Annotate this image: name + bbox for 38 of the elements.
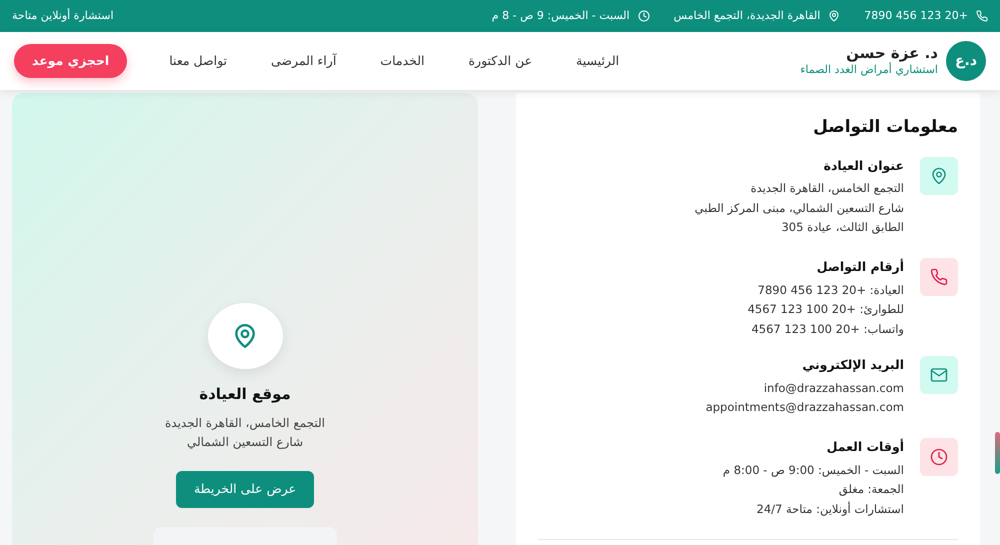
item-heading: أرقام التواصل xyxy=(816,258,904,276)
address-text: التجمع الخامس، القاهرة الجديدة xyxy=(164,414,326,432)
online-consultation-text: استشارة أونلاين متاحة xyxy=(12,8,114,24)
address-text: شارع التسعين الشمالي xyxy=(186,434,304,452)
nav-link[interactable]: عن الدكتورة xyxy=(468,52,532,70)
item-text: واتساب: +20 100 123 4567 xyxy=(750,320,904,338)
doctor-name: د. عزة حسن xyxy=(845,44,938,62)
item-text: التجمع الخامس، القاهرة الجديدة xyxy=(750,180,904,198)
item-text: info@drazzahassan.com xyxy=(762,380,904,397)
book-appointment-button[interactable]: احجزي موعد xyxy=(14,44,128,78)
map-title: موقع العيادة xyxy=(199,384,291,406)
topbar-text: القاهرة الجديدة، التجمع الخامس xyxy=(674,8,820,24)
scroll-indicator[interactable] xyxy=(995,432,1000,474)
nav-link[interactable]: الرئيسية xyxy=(576,52,620,70)
doctor-title: استشاري أمراض الغدد الصماء xyxy=(800,62,938,78)
item-text: شارع التسعين الشمالي، مبنى المركز الطبي xyxy=(694,200,904,217)
item-text: الطابق الثالث، عيادة 305 xyxy=(780,219,904,236)
topbar-text: السبت - الخميس: 9 ص - 8 م xyxy=(492,8,630,24)
item-heading: أوقات العمل xyxy=(826,438,904,456)
item-heading: البريد الإلكتروني xyxy=(801,356,904,374)
nav-link[interactable]: الخدمات xyxy=(380,52,424,70)
item-text: العيادة: +20 123 456 7890 xyxy=(756,282,904,298)
clock-icon xyxy=(638,10,650,22)
item-text: الجمعة: مغلق xyxy=(838,481,904,498)
item-text: للطوارئ: +20 100 123 4567 xyxy=(748,301,904,318)
topbar-text: 7890 456 123 20+ xyxy=(864,8,968,24)
nav-link[interactable]: آراء المرضى xyxy=(271,52,336,70)
view-map-button[interactable]: عرض على الخريطة xyxy=(176,470,314,508)
nav-link[interactable]: تواصل معنا xyxy=(169,52,228,70)
location-pin-icon xyxy=(828,10,840,22)
item-text: استشارات أونلاين: متاحة 24/7 xyxy=(756,500,904,518)
item-text: appointments@drazzahassan.com xyxy=(706,399,904,416)
location-pin-icon xyxy=(232,323,258,350)
section-title: معلومات التواصل xyxy=(812,116,958,139)
logo[interactable]: د.ع xyxy=(946,41,986,81)
item-heading: عنوان العيادة xyxy=(822,156,904,175)
phone-icon xyxy=(976,10,988,22)
item-text: السبت - الخميس: 9:00 ص - 8:00 م xyxy=(722,462,904,479)
